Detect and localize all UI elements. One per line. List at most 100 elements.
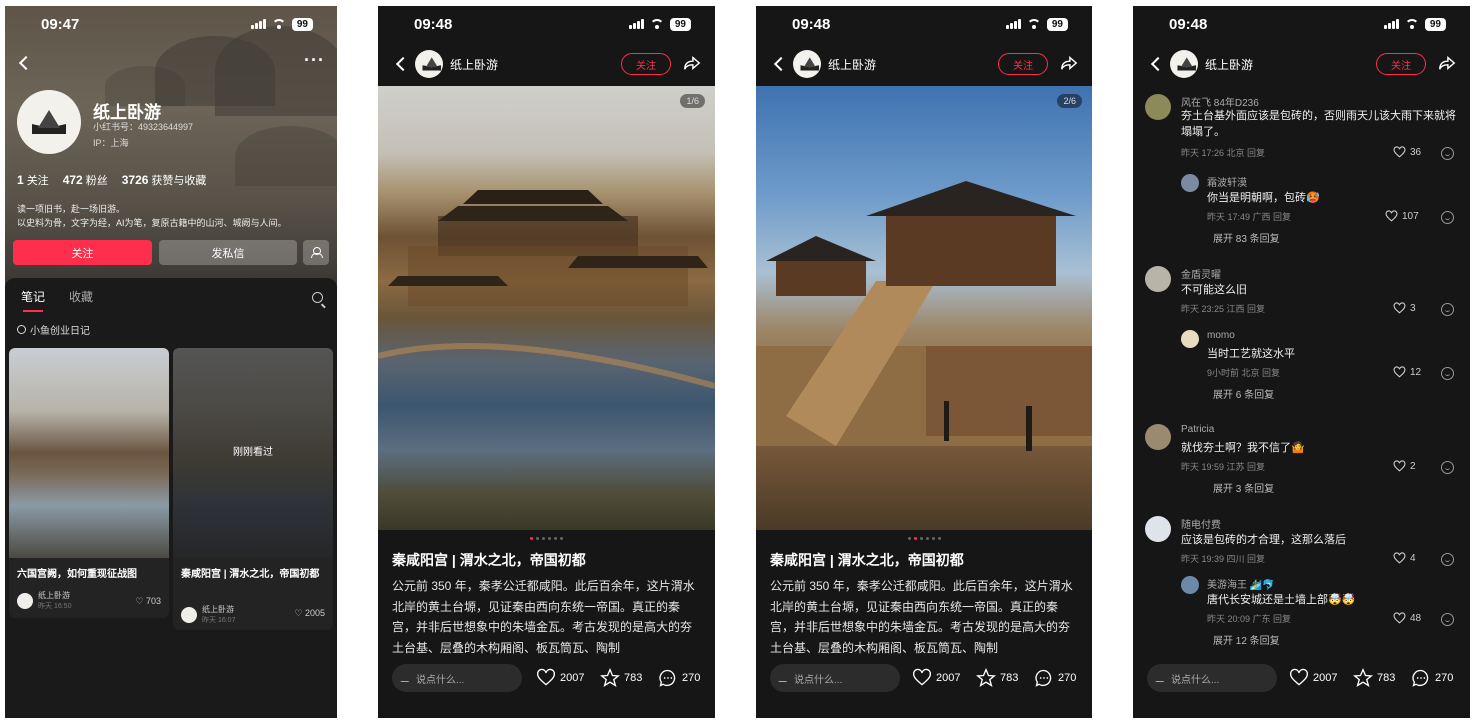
like-button[interactable]: 2007	[536, 668, 584, 688]
comment-meta[interactable]: 9小时前 北京 回复	[1207, 366, 1280, 379]
comment-button[interactable]: 270	[1411, 668, 1453, 688]
commenter-name[interactable]: 美游海王 🏄‍♂️🐬	[1207, 576, 1275, 591]
comment-button[interactable]: 270	[1034, 668, 1076, 688]
commenter-avatar[interactable]	[1145, 266, 1171, 292]
reaction-icon[interactable]	[1441, 461, 1454, 474]
reaction-icon[interactable]	[1441, 367, 1454, 380]
like-button[interactable]: 2007	[912, 668, 960, 688]
avatar[interactable]	[17, 90, 81, 154]
engagement-bar: 说点什么... 2007 783 270	[1133, 662, 1470, 698]
comment-like[interactable]: 107	[1385, 210, 1419, 223]
heart-icon	[912, 668, 932, 686]
back-icon[interactable]	[395, 56, 411, 72]
comment-like[interactable]: 48	[1393, 612, 1421, 625]
battery-indicator: 99	[1046, 17, 1068, 31]
pencil-icon	[778, 674, 790, 682]
share-icon[interactable]	[1060, 54, 1078, 72]
note-cover	[9, 348, 169, 558]
favorite-button[interactable]: 783	[600, 668, 642, 688]
commenter-name[interactable]: 金盾灵曜	[1181, 266, 1221, 281]
tab-collect[interactable]: 收藏	[69, 288, 93, 305]
comment-like[interactable]: 36	[1393, 146, 1421, 159]
user-icon	[311, 247, 323, 258]
commenter-name[interactable]: 风在飞 84年D236	[1181, 94, 1259, 109]
post-image[interactable]: 2/6	[756, 86, 1092, 530]
comment-input[interactable]: 说点什么...	[770, 664, 900, 692]
favorite-button[interactable]: 783	[976, 668, 1018, 688]
comment-text: 当时工艺就这水平	[1207, 348, 1295, 360]
stat-likes[interactable]: 3726 获赞与收藏	[122, 172, 207, 188]
comment-text: 就伐夯土啊？我不信了🤷	[1181, 442, 1305, 454]
back-icon[interactable]	[773, 56, 789, 72]
tab-notes[interactable]: 笔记	[21, 288, 45, 312]
author-name[interactable]: 纸上卧游	[1205, 56, 1253, 73]
share-icon[interactable]	[683, 54, 701, 72]
author-avatar[interactable]	[415, 50, 443, 78]
author-avatar[interactable]	[793, 50, 821, 78]
post-image[interactable]: 1/6	[378, 86, 715, 530]
author-name[interactable]: 纸上卧游	[450, 56, 498, 73]
heart-icon	[536, 668, 556, 686]
commenter-avatar[interactable]	[1145, 94, 1171, 120]
image-pager: 2/6	[1057, 94, 1082, 108]
author-name[interactable]: 纸上卧游	[828, 56, 876, 73]
commenter-avatar[interactable]	[1145, 516, 1171, 542]
more-icon[interactable]: ···	[304, 50, 325, 71]
stat-followers[interactable]: 472 粉丝	[63, 172, 108, 188]
follow-button[interactable]: 关注	[621, 53, 671, 75]
status-bar: 09:48 99	[1133, 6, 1470, 42]
comment-meta[interactable]: 昨天 17:26 北京 回复	[1181, 146, 1265, 159]
like-button[interactable]: 2007	[1289, 668, 1337, 688]
reaction-icon[interactable]	[1441, 211, 1454, 224]
comment-meta[interactable]: 昨天 19:39 四川 回复	[1181, 552, 1265, 565]
signal-icon	[1384, 19, 1399, 29]
comment-meta[interactable]: 昨天 17:49 广西 回复	[1207, 210, 1291, 223]
commenter-avatar[interactable]	[1181, 576, 1199, 594]
commenter-name[interactable]: 霜波轩漠	[1207, 174, 1247, 189]
commenter-avatar[interactable]	[1181, 330, 1199, 348]
reaction-icon[interactable]	[1441, 613, 1454, 626]
logo-icon	[799, 57, 814, 70]
follow-button[interactable]: 关注	[1376, 53, 1426, 75]
expand-replies[interactable]: 展开 12 条回复	[1213, 632, 1280, 647]
note-author: 纸上卧游 昨天 16:07	[181, 604, 235, 625]
favorite-button[interactable]: 783	[1353, 668, 1395, 688]
expand-replies[interactable]: 展开 3 条回复	[1213, 480, 1274, 495]
back-icon[interactable]	[1150, 56, 1166, 72]
comment-like[interactable]: 2	[1393, 460, 1416, 473]
commenter-avatar[interactable]	[1145, 424, 1171, 450]
comment-meta[interactable]: 昨天 19:59 江苏 回复	[1181, 460, 1265, 473]
collection-link[interactable]: 小鱼创业日记	[17, 322, 90, 337]
comment-input[interactable]: 说点什么...	[1147, 664, 1277, 692]
comment-input[interactable]: 说点什么...	[392, 664, 522, 692]
note-card[interactable]: 刚刚看过 秦咸阳宫 | 渭水之北，帝国初都 纸上卧游 昨天 16:07 ♡ 200…	[173, 348, 333, 630]
expand-replies[interactable]: 展开 6 条回复	[1213, 386, 1274, 401]
commenter-avatar[interactable]	[1181, 174, 1199, 192]
recommend-user-button[interactable]	[303, 240, 329, 265]
note-likes[interactable]: ♡ 2005	[294, 608, 325, 619]
collection-icon	[17, 325, 26, 334]
note-card[interactable]: 六国宫阙，如何重现征战图 纸上卧游 昨天 16:50 ♡ 703	[9, 348, 169, 618]
comment-like[interactable]: 4	[1393, 552, 1416, 565]
commenter-name[interactable]: Patricia	[1181, 424, 1214, 435]
follow-button[interactable]: 关注	[998, 53, 1048, 75]
comment-meta[interactable]: 昨天 20:09 广东 回复	[1207, 612, 1291, 625]
message-button[interactable]: 发私信	[159, 240, 297, 265]
follow-button[interactable]: 关注	[13, 240, 152, 265]
author-avatar[interactable]	[1170, 50, 1198, 78]
commenter-name[interactable]: 随电付费	[1181, 516, 1221, 531]
search-icon[interactable]	[312, 292, 323, 303]
share-icon[interactable]	[1438, 54, 1456, 72]
commenter-name[interactable]: momo	[1207, 330, 1235, 341]
reaction-icon[interactable]	[1441, 303, 1454, 316]
stat-following[interactable]: 1 关注	[17, 172, 49, 188]
comment-like[interactable]: 12	[1393, 366, 1421, 379]
comment-like[interactable]: 3	[1393, 302, 1416, 315]
comment-meta[interactable]: 昨天 23:25 江西 回复	[1181, 302, 1265, 315]
reaction-icon[interactable]	[1441, 147, 1454, 160]
note-likes[interactable]: ♡ 703	[135, 596, 161, 607]
reaction-icon[interactable]	[1441, 553, 1454, 566]
logo-icon	[421, 57, 436, 70]
expand-replies[interactable]: 展开 83 条回复	[1213, 230, 1280, 245]
comment-button[interactable]: 270	[658, 668, 700, 688]
